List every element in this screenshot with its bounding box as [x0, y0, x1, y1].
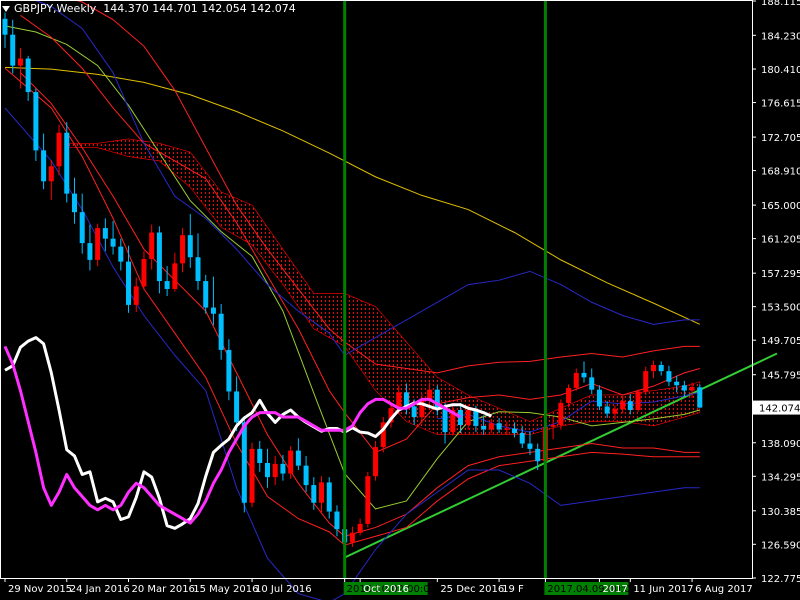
chart-background [0, 0, 800, 600]
y-tick-label: 180.410 [761, 65, 800, 76]
y-tick-label: 161.205 [761, 235, 800, 246]
x-tick-label: 15 May 2016 [193, 584, 258, 595]
x-tick-label: Oct 2016 [363, 584, 409, 595]
y-tick-label: 157.295 [761, 269, 800, 280]
candle [33, 88, 39, 161]
y-tick-label: 165.000 [761, 201, 800, 212]
y-tick-label: 134.295 [761, 472, 800, 483]
y-tick-label: 130.385 [761, 507, 800, 518]
candle [635, 389, 641, 412]
y-tick-label: 138.090 [761, 439, 800, 450]
price-chart[interactable]: 188.115 184.230 180.410 176.615 172.705 168.9… [0, 0, 800, 600]
x-tick-label: 19 F [502, 584, 524, 595]
candle [365, 471, 371, 528]
symbol-title: GBPJPY,Weekly [14, 2, 97, 15]
candle [697, 384, 703, 408]
y-tick-label: 168.910 [761, 167, 800, 178]
candle [558, 399, 564, 430]
y-tick-label: 149.705 [761, 336, 800, 347]
candle [64, 122, 70, 203]
y-tick-label: 172.705 [761, 133, 800, 144]
x-tick-label: 25 Dec 2016 [440, 584, 504, 595]
dropdown-triangle-icon[interactable] [2, 6, 10, 12]
y-tick-label: 145.795 [761, 371, 800, 382]
y-tick-label: 176.615 [761, 99, 800, 110]
candle [95, 223, 101, 267]
y-tick-label: 153.500 [761, 303, 800, 314]
candle [249, 442, 255, 508]
current-price-label: 142.074 [759, 404, 800, 415]
x-tick-label: 2017 [602, 584, 627, 595]
y-tick-label: 188.115 [761, 0, 800, 8]
ohlc-values: 144.370 144.701 142.054 142.074 [103, 2, 296, 15]
y-tick-label: 122.775 [761, 574, 800, 585]
x-tick-label: 20 Mar 2016 [132, 584, 195, 595]
x-tick-label: 11 Jun 2017 [633, 584, 693, 595]
symbol-header: GBPJPY,Weekly 144.370 144.701 142.054 14… [2, 2, 296, 15]
x-tick-label: 10 Jul 2016 [255, 584, 312, 595]
y-tick-label: 126.590 [761, 540, 800, 551]
x-tick-label: 29 Nov 2015 [8, 584, 72, 595]
y-tick-label: 184.230 [761, 31, 800, 42]
x-tick-label: 6 Aug 2017 [695, 584, 753, 595]
x-tick-label: 24 Jan 2016 [70, 584, 130, 595]
